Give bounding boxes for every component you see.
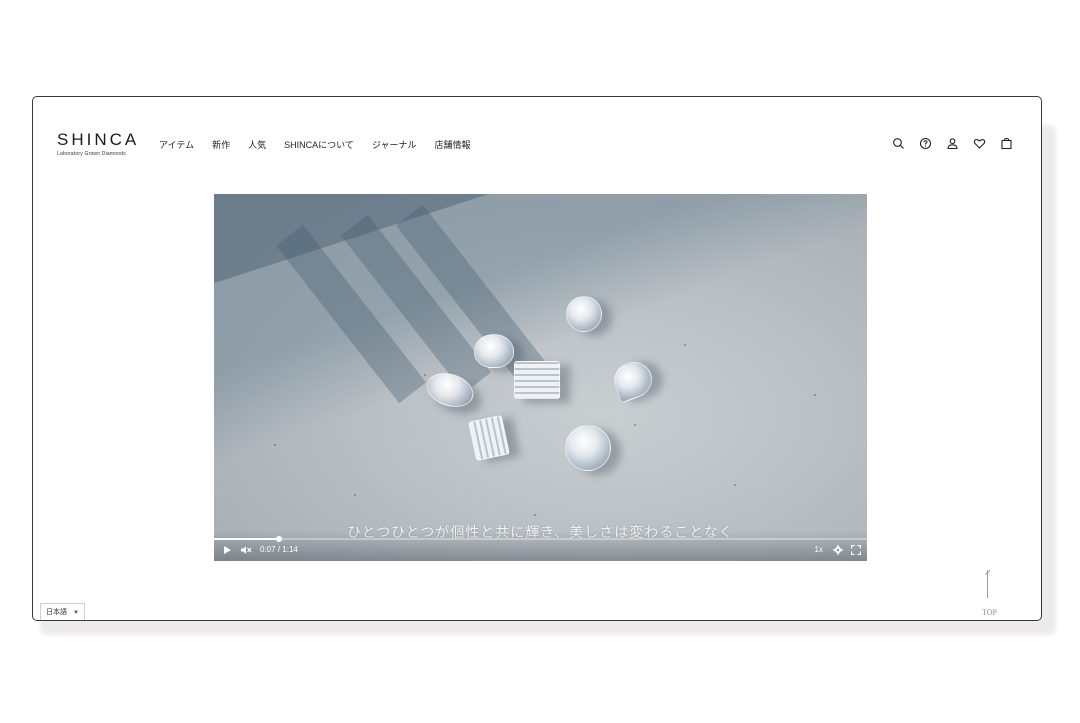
bag-icon[interactable] — [1000, 137, 1013, 150]
video-controls: 0:07 / 1:14 1x — [214, 531, 867, 561]
diamond-oval — [474, 334, 514, 368]
diamond-emerald — [514, 361, 560, 399]
nav-item-stores[interactable]: 店舗情報 — [434, 138, 470, 151]
concrete-speck — [274, 444, 276, 446]
video-player[interactable]: ひとつひとつが個性と共に輝き、美しさは変わることなく 0:07 / 1:14 1… — [214, 194, 867, 561]
playback-speed[interactable]: 1x — [815, 545, 823, 555]
language-selector[interactable]: 日本語 ▼ — [40, 603, 85, 620]
account-icon[interactable] — [946, 137, 959, 150]
diamond-round-large — [565, 425, 611, 471]
search-icon[interactable] — [892, 137, 905, 150]
browser-frame: SHINCA Laboratory Grown Diamonds アイテム 新作… — [32, 96, 1042, 621]
time-display: 0:07 / 1:14 — [260, 545, 298, 555]
main-nav: アイテム 新作 人気 SHINCAについて ジャーナル 店舗情報 — [159, 138, 488, 151]
current-time: 0:07 — [260, 545, 276, 554]
muted-speaker-icon — [241, 546, 252, 554]
play-button[interactable] — [222, 545, 232, 558]
progress-knob[interactable] — [276, 536, 283, 542]
fullscreen-button[interactable] — [850, 544, 862, 558]
concrete-speck — [634, 424, 636, 426]
time-separator: / — [277, 545, 281, 554]
concrete-speck — [814, 394, 816, 396]
settings-button[interactable] — [833, 545, 843, 558]
progress-bar[interactable] — [214, 536, 867, 542]
concrete-speck — [354, 494, 356, 496]
chevron-down-icon: ▼ — [72, 610, 79, 616]
nav-item-popular[interactable]: 人気 — [248, 138, 266, 151]
gear-icon — [833, 545, 843, 555]
nav-item-items[interactable]: アイテム — [159, 138, 194, 151]
concrete-speck — [424, 374, 426, 376]
heart-icon[interactable] — [973, 137, 986, 150]
diamond-round — [566, 296, 602, 332]
nav-item-about[interactable]: SHINCAについて — [284, 138, 354, 151]
concrete-speck — [534, 514, 536, 516]
nav-item-journal[interactable]: ジャーナル — [372, 138, 417, 151]
logo-tagline: Laboratory Grown Diamonds — [57, 151, 126, 157]
fullscreen-icon — [850, 544, 862, 556]
concrete-speck — [734, 484, 736, 486]
language-label: 日本語 — [46, 609, 67, 616]
duration: 1:14 — [282, 545, 298, 554]
help-icon[interactable] — [919, 137, 932, 150]
play-icon — [224, 546, 231, 554]
progress-fill — [214, 538, 280, 540]
logo[interactable]: SHINCA Laboratory Grown Diamonds — [57, 130, 147, 158]
nav-item-new[interactable]: 新作 — [212, 138, 230, 151]
logo-wordmark: SHINCA — [57, 130, 140, 149]
header-icons — [892, 137, 1013, 150]
concrete-speck — [684, 344, 686, 346]
back-to-top-label[interactable]: TOP — [982, 608, 997, 617]
back-to-top-arrow-icon[interactable] — [987, 570, 988, 598]
mute-button[interactable] — [240, 545, 252, 558]
